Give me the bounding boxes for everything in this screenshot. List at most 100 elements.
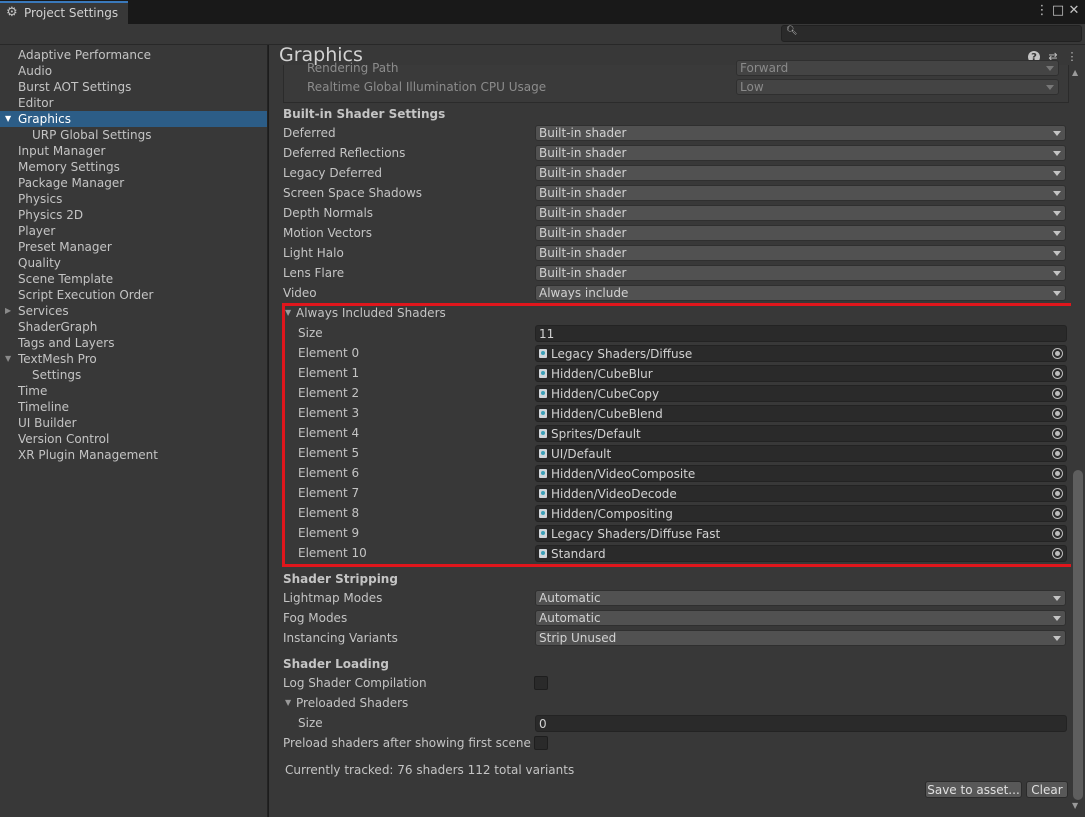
sidebar-item-label: Tags and Layers (18, 336, 115, 350)
element-8-object-field[interactable]: Hidden/Compositing (535, 505, 1067, 522)
rendering-path-dropdown[interactable]: Forward (736, 60, 1059, 76)
sidebar-item-quality[interactable]: Quality (0, 255, 267, 271)
screen-space-shadows-dropdown[interactable]: Built-in shader (535, 185, 1066, 201)
lens-flare-label: Lens Flare (283, 266, 345, 280)
deferred-reflections-dropdown[interactable]: Built-in shader (535, 145, 1066, 161)
element-5-object-field[interactable]: UI/Default (535, 445, 1067, 462)
log-shader-compilation-checkbox[interactable] (534, 676, 548, 690)
sidebar-item-adaptive-performance[interactable]: Adaptive Performance (0, 47, 267, 63)
sidebar-item-label: TextMesh Pro (18, 352, 97, 366)
element-10-object-field[interactable]: Standard (535, 545, 1067, 562)
sidebar-item-xr-plugin-management[interactable]: XR Plugin Management (0, 447, 267, 463)
element-3-object-field[interactable]: Hidden/CubeBlend (535, 405, 1067, 422)
object-picker-icon[interactable] (1052, 488, 1063, 499)
element-2-label: Element 2 (298, 386, 360, 400)
sidebar-item-audio[interactable]: Audio (0, 63, 267, 79)
legacy-deferred-dropdown[interactable]: Built-in shader (535, 165, 1066, 181)
foldout-open-icon[interactable]: ▼ (285, 308, 291, 317)
shader-name: Hidden/CubeBlend (551, 407, 663, 421)
sidebar-item-package-manager[interactable]: Package Manager (0, 175, 267, 191)
dropdown-value: Built-in shader (539, 226, 627, 240)
motion-vectors-dropdown[interactable]: Built-in shader (535, 225, 1066, 241)
chevron-down-icon (1053, 291, 1061, 296)
sidebar-item-timeline[interactable]: Timeline (0, 399, 267, 415)
window-titlebar (0, 0, 1085, 24)
search-input[interactable]: 🔍︎ (781, 25, 1082, 42)
more-icon[interactable]: ⋮ (1065, 50, 1079, 64)
deferred-dropdown[interactable]: Built-in shader (535, 125, 1066, 141)
sidebar-item-physics[interactable]: Physics (0, 191, 267, 207)
always-included-size-field[interactable]: 11 (535, 325, 1067, 342)
object-picker-icon[interactable] (1052, 528, 1063, 539)
sidebar-item-label: Audio (18, 64, 53, 78)
object-picker-icon[interactable] (1052, 548, 1063, 559)
realtime-gi-dropdown[interactable]: Low (736, 79, 1059, 95)
foldout-open-icon[interactable]: ▼ (285, 698, 291, 707)
sidebar-item-textmesh-pro[interactable]: ▼ TextMesh Pro (0, 351, 267, 367)
fog-modes-dropdown[interactable]: Automatic (535, 610, 1066, 626)
foldout-closed-icon[interactable]: ▶ (5, 303, 11, 319)
sidebar-item-scene-template[interactable]: Scene Template (0, 271, 267, 287)
shader-name: Hidden/CubeCopy (551, 387, 660, 401)
always-included-shaders-foldout[interactable]: Always Included Shaders (296, 306, 446, 320)
instancing-variants-dropdown[interactable]: Strip Unused (535, 630, 1066, 646)
preload-after-first-scene-checkbox[interactable] (534, 736, 548, 750)
sidebar-item-tags-and-layers[interactable]: Tags and Layers (0, 335, 267, 351)
object-picker-icon[interactable] (1052, 468, 1063, 479)
realtime-gi-label: Realtime Global Illumination CPU Usage (307, 80, 547, 94)
preloaded-shaders-foldout[interactable]: Preloaded Shaders (296, 696, 408, 710)
maximize-icon[interactable]: □ (1050, 3, 1066, 18)
sidebar-item-physics-2d[interactable]: Physics 2D (0, 207, 267, 223)
sidebar-item-label: Physics 2D (18, 208, 84, 222)
sidebar-item-player[interactable]: Player (0, 223, 267, 239)
lens-flare-dropdown[interactable]: Built-in shader (535, 265, 1066, 281)
depth-normals-dropdown[interactable]: Built-in shader (535, 205, 1066, 221)
object-picker-icon[interactable] (1052, 508, 1063, 519)
object-picker-icon[interactable] (1052, 348, 1063, 359)
element-9-object-field[interactable]: Legacy Shaders/Diffuse Fast (535, 525, 1067, 542)
object-picker-icon[interactable] (1052, 388, 1063, 399)
scroll-up-arrow-icon[interactable]: ▲ (1072, 68, 1078, 77)
sidebar-item-ui-builder[interactable]: UI Builder (0, 415, 267, 431)
object-picker-icon[interactable] (1052, 448, 1063, 459)
save-to-asset-button[interactable]: Save to asset... (925, 781, 1022, 798)
foldout-open-icon[interactable]: ▼ (5, 111, 11, 127)
sidebar-item-editor[interactable]: Editor (0, 95, 267, 111)
sidebar-item-burst-aot-settings[interactable]: Burst AOT Settings (0, 79, 267, 95)
sidebar-item-label: Physics (18, 192, 63, 206)
sidebar-item-version-control[interactable]: Version Control (0, 431, 267, 447)
clear-button[interactable]: Clear (1026, 781, 1068, 798)
video-dropdown[interactable]: Always include (535, 285, 1066, 301)
sidebar-item-preset-manager[interactable]: Preset Manager (0, 239, 267, 255)
sidebar-item-memory-settings[interactable]: Memory Settings (0, 159, 267, 175)
element-7-object-field[interactable]: Hidden/VideoDecode (535, 485, 1067, 502)
fog-modes-label: Fog Modes (283, 611, 348, 625)
shader-name: Legacy Shaders/Diffuse Fast (551, 527, 721, 541)
scroll-down-arrow-icon[interactable]: ▼ (1072, 801, 1078, 810)
foldout-open-icon[interactable]: ▼ (5, 351, 11, 367)
object-picker-icon[interactable] (1052, 368, 1063, 379)
element-4-object-field[interactable]: Sprites/Default (535, 425, 1067, 442)
sidebar-item-shadergraph[interactable]: ShaderGraph (0, 319, 267, 335)
object-picker-icon[interactable] (1052, 408, 1063, 419)
preloaded-size-field[interactable]: 0 (535, 715, 1067, 732)
lightmap-modes-dropdown[interactable]: Automatic (535, 590, 1066, 606)
element-1-object-field[interactable]: Hidden/CubeBlur (535, 365, 1067, 382)
sidebar-item-input-manager[interactable]: Input Manager (0, 143, 267, 159)
sidebar-item-services[interactable]: ▶ Services (0, 303, 267, 319)
sidebar-item-urp-global-settings[interactable]: URP Global Settings (0, 127, 267, 143)
light-halo-dropdown[interactable]: Built-in shader (535, 245, 1066, 261)
object-picker-icon[interactable] (1052, 428, 1063, 439)
more-options-icon[interactable]: ⋮ (1034, 3, 1050, 18)
scrollbar-thumb[interactable] (1073, 470, 1083, 800)
sidebar-item-time[interactable]: Time (0, 383, 267, 399)
close-icon[interactable]: ✕ (1066, 3, 1082, 18)
shader-icon (539, 469, 547, 478)
tab-project-settings[interactable]: ⚙ Project Settings (0, 1, 128, 24)
sidebar-item-graphics[interactable]: ▼ Graphics (0, 111, 267, 127)
sidebar-item-script-execution-order[interactable]: Script Execution Order (0, 287, 267, 303)
element-2-object-field[interactable]: Hidden/CubeCopy (535, 385, 1067, 402)
element-0-object-field[interactable]: Legacy Shaders/Diffuse (535, 345, 1067, 362)
sidebar-item-settings[interactable]: Settings (0, 367, 267, 383)
element-6-object-field[interactable]: Hidden/VideoComposite (535, 465, 1067, 482)
